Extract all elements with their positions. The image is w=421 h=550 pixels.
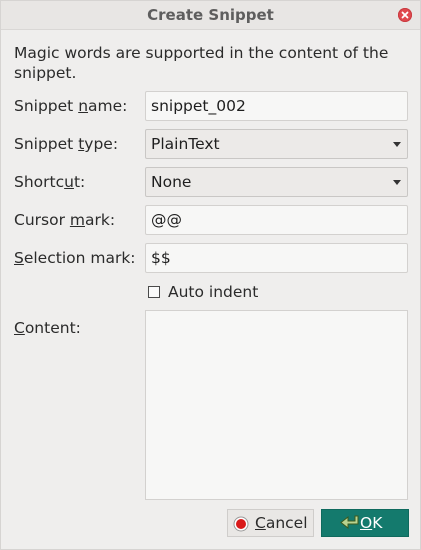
create-snippet-dialog: Create Snippet Magic words are supported… xyxy=(0,0,421,550)
content-label: Content: xyxy=(14,319,81,337)
return-arrow-icon xyxy=(340,515,359,530)
label-part: ype: xyxy=(84,135,119,153)
label-part: Cursor xyxy=(14,211,70,229)
cancel-mnemonic: C xyxy=(255,514,266,532)
cancel-label: ancel xyxy=(265,514,308,532)
selection-mark-label: Selection mark: xyxy=(14,249,136,267)
ok-label: K xyxy=(372,514,383,532)
snippet-type-value: PlainText xyxy=(151,135,220,153)
cursor-mark-input[interactable]: @@ xyxy=(145,205,408,235)
label-part: t: xyxy=(73,173,86,191)
auto-indent-label: Auto indent xyxy=(168,283,259,301)
shortcut-select[interactable]: None xyxy=(145,167,408,197)
cursor-mark-label: Cursor mark: xyxy=(14,211,115,229)
ok-button[interactable]: OK xyxy=(321,509,409,537)
label-mnemonic: n xyxy=(78,97,89,115)
title-bar: Create Snippet xyxy=(1,1,420,30)
label-mnemonic: m xyxy=(69,211,85,229)
label-mnemonic: S xyxy=(14,249,24,267)
chevron-down-icon xyxy=(393,180,401,185)
content-textarea[interactable] xyxy=(145,310,408,500)
snippet-name-input[interactable]: snippet_002 xyxy=(145,91,408,121)
shortcut-label: Shortcut: xyxy=(14,173,85,191)
label-part: Snippet xyxy=(14,135,79,153)
stop-icon xyxy=(233,516,249,532)
label-part: Snippet xyxy=(14,97,79,115)
auto-indent-checkbox[interactable]: Auto indent xyxy=(148,283,258,301)
snippet-name-label: Snippet name: xyxy=(14,97,127,115)
snippet-type-label: Snippet type: xyxy=(14,135,118,153)
checkbox-box[interactable] xyxy=(148,286,160,298)
selection-mark-value: $$ xyxy=(151,249,171,267)
chevron-down-icon xyxy=(393,142,401,147)
selection-mark-input[interactable]: $$ xyxy=(145,243,408,273)
intro-text: Magic words are supported in the content… xyxy=(14,44,389,82)
snippet-name-value: snippet_002 xyxy=(151,97,246,115)
shortcut-value: None xyxy=(151,173,192,191)
label-part: Shortc xyxy=(14,173,65,191)
label-mnemonic: C xyxy=(14,319,25,337)
cursor-mark-value: @@ xyxy=(151,211,182,229)
close-button[interactable] xyxy=(398,8,412,22)
label-part: ame: xyxy=(88,97,128,115)
close-icon xyxy=(401,11,409,19)
cancel-button[interactable]: Cancel xyxy=(227,509,314,537)
label-part: ontent: xyxy=(24,319,81,337)
ok-mnemonic: O xyxy=(360,514,373,532)
label-mnemonic: u xyxy=(64,173,74,191)
snippet-type-select[interactable]: PlainText xyxy=(145,129,408,159)
dialog-title: Create Snippet xyxy=(147,6,274,24)
label-part: ark: xyxy=(85,211,116,229)
label-part: election mark: xyxy=(23,249,136,267)
